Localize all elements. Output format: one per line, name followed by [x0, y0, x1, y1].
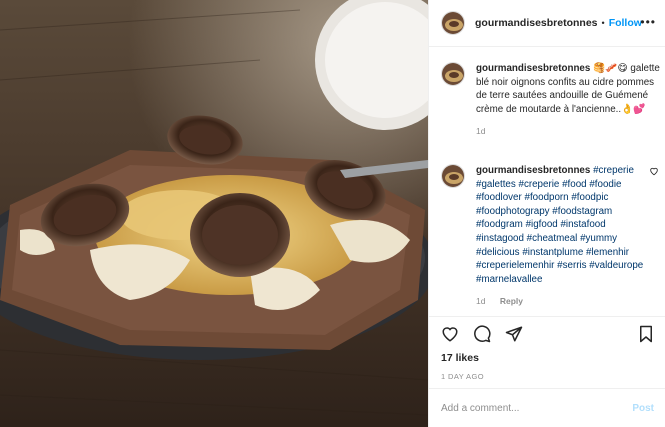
hashtag-link[interactable]: #creperie — [519, 179, 560, 190]
hashtag-link[interactable]: #igfood — [526, 219, 558, 230]
comment-icon[interactable] — [473, 325, 491, 343]
actions-section: 17 likes 1 DAY AGO Add a comment... Post — [429, 316, 665, 427]
comment-username[interactable]: gourmandisesbretonnes — [476, 165, 590, 176]
hashtag-link[interactable]: #foodpic — [571, 192, 608, 203]
post-author-username[interactable]: gourmandisesbretonnes — [475, 17, 598, 29]
hashtag-link[interactable]: #foodporn — [525, 192, 569, 203]
hashtag-link[interactable]: #yummy — [580, 233, 617, 244]
caption-emoji: 🥞🥓😋 — [593, 63, 628, 74]
hashtag-link[interactable]: #cheatmeal — [527, 233, 578, 244]
hashtag-link[interactable]: #instantplume — [522, 247, 583, 258]
hashtag-link[interactable]: #creperie — [593, 165, 634, 176]
hashtag-link[interactable]: #creperielemenhir — [476, 260, 554, 271]
post-photo[interactable] — [0, 0, 428, 427]
hashtag-link[interactable]: #foodphotograpy — [476, 206, 550, 217]
follow-button[interactable]: Follow — [609, 17, 642, 29]
hashtag-link[interactable]: #foodlover — [476, 192, 522, 203]
bookmark-icon[interactable] — [638, 325, 654, 343]
hashtag-link[interactable]: #valdeurope — [589, 260, 643, 271]
post-header: gourmandisesbretonnes • Follow ••• — [429, 0, 665, 47]
hashtag-link[interactable]: #foodgram — [476, 219, 523, 230]
separator-dot: • — [601, 18, 605, 28]
comments-list[interactable]: gourmandisesbretonnes 🥞🥓😋 galette blé no… — [429, 48, 665, 316]
hashtag-link[interactable]: #foodie — [589, 179, 621, 190]
likes-count[interactable]: 17 likes — [441, 352, 479, 364]
more-icon[interactable]: ••• — [640, 16, 656, 28]
small-heart-icon[interactable] — [649, 166, 659, 176]
reply-button[interactable]: Reply — [500, 296, 523, 306]
hashtag-link[interactable]: #foodstagram — [552, 206, 612, 217]
hashtag-link[interactable]: #galettes — [476, 179, 516, 190]
post-side-panel: gourmandisesbretonnes • Follow ••• gourm… — [428, 0, 665, 427]
post-button[interactable]: Post — [632, 403, 654, 414]
avatar-image — [442, 63, 464, 85]
hashtag-link[interactable]: #food — [562, 179, 587, 190]
caption-age[interactable]: 1d — [476, 126, 485, 136]
hashtag-link[interactable]: #instagood — [476, 233, 524, 244]
post-timestamp[interactable]: 1 DAY AGO — [441, 372, 484, 381]
hashtag-comment: gourmandisesbretonnes #creperie #galette… — [441, 164, 659, 316]
add-comment-bar: Add a comment... Post — [429, 388, 665, 427]
hashtag-link[interactable]: #lemenhir — [586, 247, 629, 258]
avatar[interactable] — [441, 164, 465, 188]
comment-age[interactable]: 1d — [476, 296, 485, 306]
caption-username[interactable]: gourmandisesbretonnes — [476, 63, 590, 74]
avatar[interactable] — [441, 62, 465, 86]
caption-comment: gourmandisesbretonnes 🥞🥓😋 galette blé no… — [441, 62, 660, 172]
avatar-image — [442, 12, 464, 34]
hashtag-link[interactable]: #marnelavallee — [476, 274, 542, 285]
hashtag-link[interactable]: #instafood — [560, 219, 605, 230]
hashtag-link[interactable]: #serris — [557, 260, 586, 271]
comment-input[interactable]: Add a comment... — [441, 403, 519, 414]
share-icon[interactable] — [505, 325, 523, 343]
avatar-image — [442, 165, 464, 187]
hashtag-link[interactable]: #delicious — [476, 247, 520, 258]
hashtag-list: #creperie #galettes #creperie #food #foo… — [476, 165, 643, 285]
avatar[interactable] — [441, 11, 465, 35]
galette-photo-image — [0, 0, 428, 427]
heart-icon[interactable] — [441, 325, 459, 343]
